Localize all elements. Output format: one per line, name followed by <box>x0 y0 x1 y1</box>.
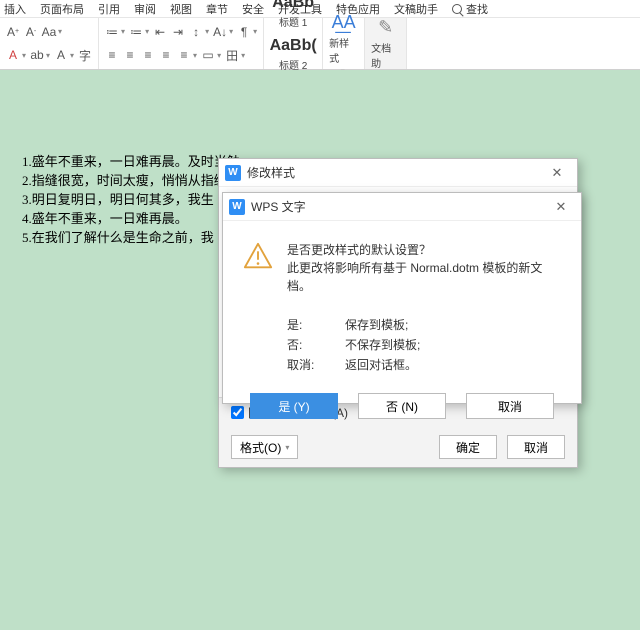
dialog-title: WPS 文字 <box>251 198 306 215</box>
styles-gallery: AaBbCcDd 正文 AaBb 标题 1 AaBb( 标题 2 AaBbC( … <box>264 18 323 69</box>
style-label: 标题 1 <box>265 14 321 29</box>
sort-icon[interactable]: A↓ <box>213 25 227 39</box>
font-shrink-icon[interactable]: A- <box>24 25 38 39</box>
legend-key: 取消: <box>287 355 327 375</box>
line-spacing-icon[interactable]: ↕ <box>189 25 203 39</box>
confirm-line1: 是否更改样式的默认设置？ <box>287 241 561 259</box>
indent-dec-icon[interactable]: ⇤ <box>153 25 167 39</box>
new-style-icon: A͟A <box>332 12 356 33</box>
change-case-icon[interactable]: Aa <box>42 25 56 39</box>
format-dropdown[interactable]: 格式(O) ▾ <box>231 435 298 459</box>
tab-insert[interactable]: 插入 <box>4 1 26 17</box>
tab-page-layout[interactable]: 页面布局 <box>40 1 84 17</box>
legend-val: 返回对话框。 <box>345 355 417 375</box>
align-justify-icon[interactable]: ≡ <box>159 48 173 62</box>
bullets-icon[interactable]: ≔ <box>105 25 119 39</box>
confirm-dialog: W WPS 文字 ✕ 是否更改样式的默认设置？ 此更改将影响所有基于 Norma… <box>222 192 582 404</box>
tab-review[interactable]: 审阅 <box>134 1 156 17</box>
tab-assistant[interactable]: 文稿助手 <box>394 1 438 17</box>
wps-badge-icon: W <box>229 199 245 215</box>
new-style-label: 新样式 <box>329 35 358 65</box>
search-label: 查找 <box>466 1 488 17</box>
tab-view[interactable]: 视图 <box>170 1 192 17</box>
borders-icon[interactable]: 田 <box>225 48 239 62</box>
phonetic-icon[interactable]: 字 <box>78 48 92 62</box>
chevron-down-icon: ▾ <box>285 443 289 452</box>
confirm-text: 是否更改样式的默认设置？ 此更改将影响所有基于 Normal.dotm 模板的新… <box>287 241 561 295</box>
yes-button[interactable]: 是 (Y) <box>250 393 338 419</box>
ribbon-body: A+ A- Aa▾ A▾ ab▾ A▾ 字 ≔▾ ≔▾ ⇤ ⇥ ↕▾ A↓▾ ¶… <box>0 18 640 70</box>
style-preview: AaBb <box>265 0 321 14</box>
doc-assistant-button[interactable]: ✎ 文档助 <box>365 18 407 69</box>
font-grow-icon[interactable]: A+ <box>6 25 20 39</box>
search-group[interactable]: 查找 <box>452 1 488 17</box>
tab-security[interactable]: 安全 <box>242 1 264 17</box>
dialog-titlebar[interactable]: W WPS 文字 ✕ <box>223 193 581 221</box>
clear-format-icon[interactable]: A <box>54 48 68 62</box>
close-icon[interactable]: ✕ <box>543 163 571 183</box>
confirm-buttons: 是 (Y) 否 (N) 取消 <box>223 387 581 433</box>
search-icon <box>452 4 462 14</box>
dialog-titlebar[interactable]: W 修改样式 ✕ <box>219 159 577 187</box>
tab-chapter[interactable]: 章节 <box>206 1 228 17</box>
align-left-icon[interactable]: ≡ <box>105 48 119 62</box>
confirm-legend: 是: 保存到模板; 否: 不保存到模板; 取消: 返回对话框。 <box>223 307 581 387</box>
font-group: A+ A- Aa▾ A▾ ab▾ A▾ 字 <box>0 18 99 69</box>
ok-button[interactable]: 确定 <box>439 435 497 459</box>
style-heading2[interactable]: AaBb( 标题 2 <box>264 32 322 75</box>
wps-badge-icon: W <box>225 165 241 181</box>
show-marks-icon[interactable]: ¶ <box>237 25 251 39</box>
cancel-button[interactable]: 取消 <box>507 435 565 459</box>
assistant-icon: ✎ <box>378 17 393 38</box>
numbering-icon[interactable]: ≔ <box>129 25 143 39</box>
no-button[interactable]: 否 (N) <box>358 393 446 419</box>
paragraph-group: ≔▾ ≔▾ ⇤ ⇥ ↕▾ A↓▾ ¶▾ ≡ ≡ ≡ ≡ ≡▾ ▭▾ 田▾ <box>99 18 264 69</box>
font-color-icon[interactable]: A <box>6 48 20 62</box>
format-label: 格式(O) <box>240 439 281 456</box>
align-right-icon[interactable]: ≡ <box>141 48 155 62</box>
warning-icon <box>243 241 273 271</box>
align-dist-icon[interactable]: ≡ <box>177 48 191 62</box>
legend-key: 否: <box>287 335 327 355</box>
legend-val: 保存到模板; <box>345 315 408 335</box>
assistant-label: 文档助 <box>371 40 400 70</box>
tab-references[interactable]: 引用 <box>98 1 120 17</box>
cancel-button[interactable]: 取消 <box>466 393 554 419</box>
new-style-button[interactable]: A͟A 新样式▾ <box>323 18 365 69</box>
dialog-title: 修改样式 <box>247 164 295 181</box>
confirm-body: 是否更改样式的默认设置？ 此更改将影响所有基于 Normal.dotm 模板的新… <box>223 221 581 307</box>
align-center-icon[interactable]: ≡ <box>123 48 137 62</box>
legend-key: 是: <box>287 315 327 335</box>
style-heading1[interactable]: AaBb 标题 1 <box>264 0 322 32</box>
highlight-icon[interactable]: ab <box>30 48 44 62</box>
confirm-line2: 此更改将影响所有基于 Normal.dotm 模板的新文档。 <box>287 259 561 295</box>
indent-inc-icon[interactable]: ⇥ <box>171 25 185 39</box>
style-preview: AaBb( <box>265 35 321 57</box>
legend-val: 不保存到模板; <box>345 335 420 355</box>
shading-icon[interactable]: ▭ <box>201 48 215 62</box>
close-icon[interactable]: ✕ <box>547 197 575 217</box>
